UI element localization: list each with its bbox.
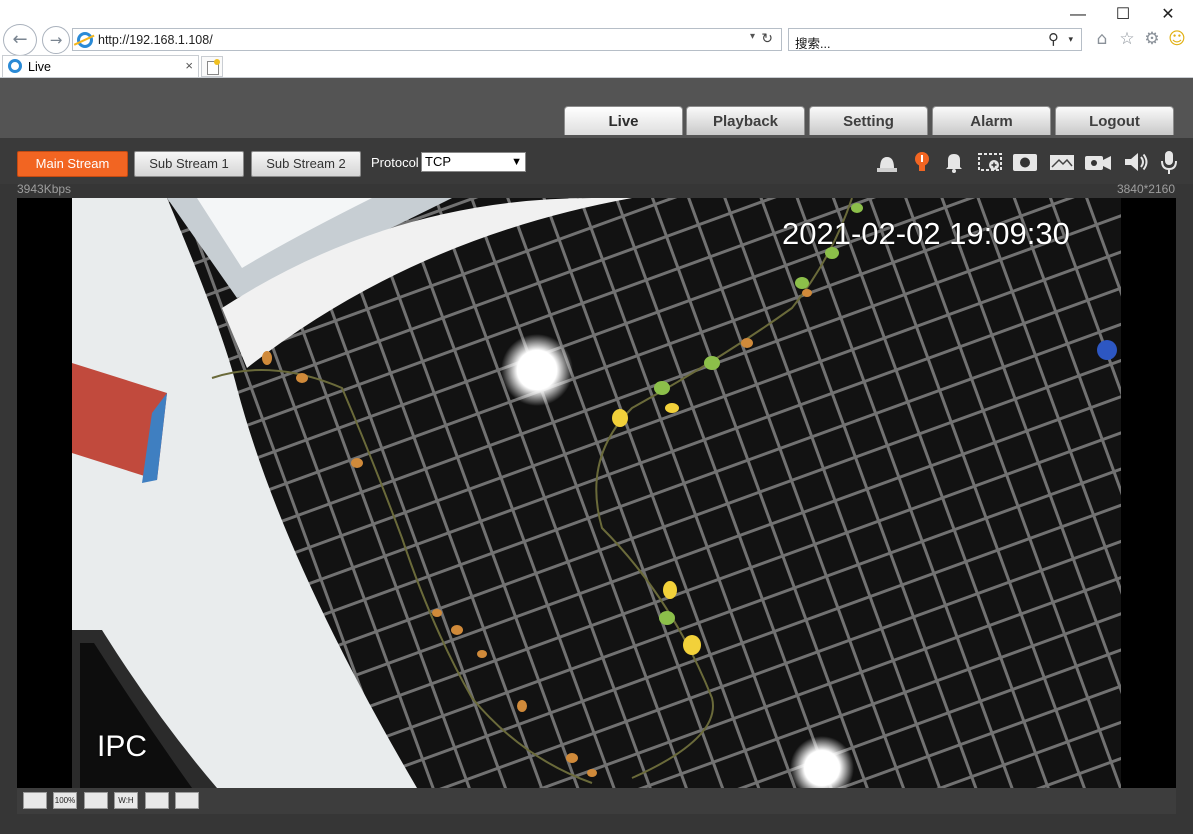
osd-timestamp: 2021-02-02 19:09:30 [782, 216, 1070, 251]
ie-tab-icon [8, 59, 22, 73]
alarm-bell-icon[interactable] [940, 148, 968, 176]
siren-icon[interactable] [873, 148, 901, 176]
window-close-button[interactable]: ✕ [1153, 4, 1183, 26]
address-bar[interactable]: http://192.168.1.108/ ▾ ↻ [72, 28, 782, 51]
talk-microphone-icon[interactable] [1155, 148, 1183, 176]
chevron-down-icon: ▼ [511, 156, 522, 168]
camera-scene-image [72, 198, 1121, 788]
video-bottom-toolbar: 100% W:H [17, 788, 1176, 814]
triple-snapshot-icon[interactable] [1048, 148, 1076, 176]
window-minimize-button[interactable]: — [1063, 4, 1093, 26]
live-video-frame[interactable]: 2021-02-02 19:09:30 IPC [72, 198, 1121, 788]
audio-icon[interactable] [1122, 148, 1150, 176]
protocol-select[interactable]: TCP ▼ [421, 152, 526, 172]
osd-channel-name: IPC [97, 730, 148, 763]
search-dropdown-icon[interactable]: ▾ [1068, 34, 1073, 45]
search-placeholder: 搜索... [795, 37, 831, 51]
tab-close-icon[interactable]: × [185, 58, 193, 73]
tab-alarm[interactable]: Alarm [932, 106, 1051, 135]
image-adjust-icon[interactable] [23, 792, 47, 809]
window-maximize-button[interactable]: ☐ [1108, 4, 1138, 26]
browser-chrome: — ☐ ✕ ← → http://192.168.1.108/ ▾ ↻ 搜索..… [0, 0, 1193, 78]
feedback-smiley-icon[interactable]: ☺ [1167, 29, 1187, 49]
forward-icon[interactable]: → [42, 26, 70, 54]
resolution-readout: 3840*2160 [1116, 182, 1175, 196]
original-size-icon[interactable]: 100% [53, 792, 77, 809]
protocol-label: Protocol [371, 155, 419, 170]
browser-tab-live[interactable]: Live × [2, 55, 199, 78]
fluency-icon[interactable] [145, 792, 169, 809]
refresh-icon[interactable]: ↻ [761, 30, 773, 47]
tab-playback[interactable]: Playback [686, 106, 805, 135]
address-url: http://192.168.1.108/ [98, 33, 213, 47]
record-icon[interactable] [1084, 148, 1112, 176]
sub-stream-1-button[interactable]: Sub Stream 1 [134, 151, 244, 177]
tab-setting[interactable]: Setting [809, 106, 928, 135]
settings-icon[interactable]: ⚙ [1142, 29, 1162, 49]
protocol-value: TCP [425, 154, 451, 169]
main-stream-button[interactable]: Main Stream [17, 151, 128, 177]
home-icon[interactable]: ⌂ [1092, 29, 1112, 49]
snapshot-icon[interactable] [1011, 148, 1039, 176]
tab-logout[interactable]: Logout [1055, 106, 1174, 135]
back-icon[interactable]: ← [3, 24, 37, 56]
bitrate-readout: 3943Kbps [17, 182, 72, 196]
light-bulb-icon[interactable] [908, 148, 936, 176]
new-tab-button[interactable] [201, 56, 223, 77]
address-dropdown-icon[interactable]: ▾ [750, 31, 755, 42]
digital-zoom-icon[interactable] [976, 148, 1004, 176]
tab-live[interactable]: Live [564, 106, 683, 135]
live-toolbar: Main Stream Sub Stream 1 Sub Stream 2 Pr… [0, 138, 1193, 184]
search-icon[interactable]: ⚲ [1048, 30, 1059, 48]
sub-stream-2-button[interactable]: Sub Stream 2 [251, 151, 361, 177]
tab-title: Live [28, 60, 51, 74]
main-nav-bar: Live Playback Setting Alarm Logout [0, 78, 1193, 138]
favorites-icon[interactable]: ☆ [1117, 29, 1137, 49]
ie-page-icon [77, 32, 93, 48]
rules-info-icon[interactable] [175, 792, 199, 809]
video-viewport[interactable]: 2021-02-02 19:09:30 IPC [17, 198, 1176, 788]
fullscreen-icon[interactable] [84, 792, 108, 809]
search-input[interactable]: 搜索... ⚲ ▾ [788, 28, 1082, 51]
camera-web-app: Live Playback Setting Alarm Logout Main … [0, 78, 1193, 834]
aspect-ratio-icon[interactable]: W:H [114, 792, 138, 809]
